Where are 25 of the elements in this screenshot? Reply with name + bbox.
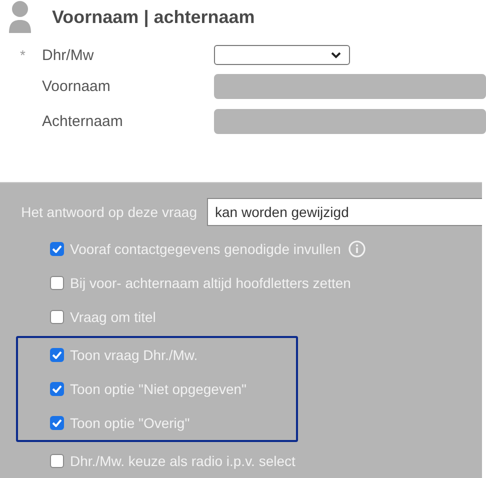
- required-mark: *: [20, 47, 26, 63]
- checkbox[interactable]: [50, 348, 64, 362]
- checkbox[interactable]: [50, 310, 64, 324]
- option-label: Vooraf contactgegevens genodigde invullen: [70, 241, 341, 257]
- checkbox[interactable]: [50, 276, 64, 290]
- option-label: Dhr./Mw. keuze als radio i.p.v. select: [70, 453, 296, 469]
- caret-icon: [331, 52, 341, 58]
- checkbox[interactable]: [50, 382, 64, 396]
- option-label: Bij voor- achternaam altijd hoofdletters zetten: [70, 275, 351, 291]
- checkbox[interactable]: [50, 416, 64, 430]
- option-label: Toon vraag Dhr./Mw.: [70, 347, 198, 363]
- field-label: Voornaam: [42, 78, 112, 95]
- field-label: Achternaam: [42, 113, 124, 130]
- answer-dropdown[interactable]: kan worden gewijzigd: [207, 198, 482, 226]
- field-label: Dhr/Mw: [42, 46, 95, 64]
- title-dropdown[interactable]: [214, 45, 350, 65]
- option-label: Toon optie "Niet opgegeven": [70, 381, 247, 397]
- person-icon: [9, 1, 31, 33]
- checkbox[interactable]: [50, 242, 64, 256]
- option-label: Toon optie "Overig": [70, 415, 190, 431]
- option-label: Vraag om titel: [70, 309, 156, 325]
- form-title: Voornaam | achternaam: [52, 6, 255, 28]
- checkbox[interactable]: [50, 454, 64, 468]
- answer-label: Het antwoord op deze vraag: [20, 204, 198, 220]
- info-icon[interactable]: [348, 240, 366, 258]
